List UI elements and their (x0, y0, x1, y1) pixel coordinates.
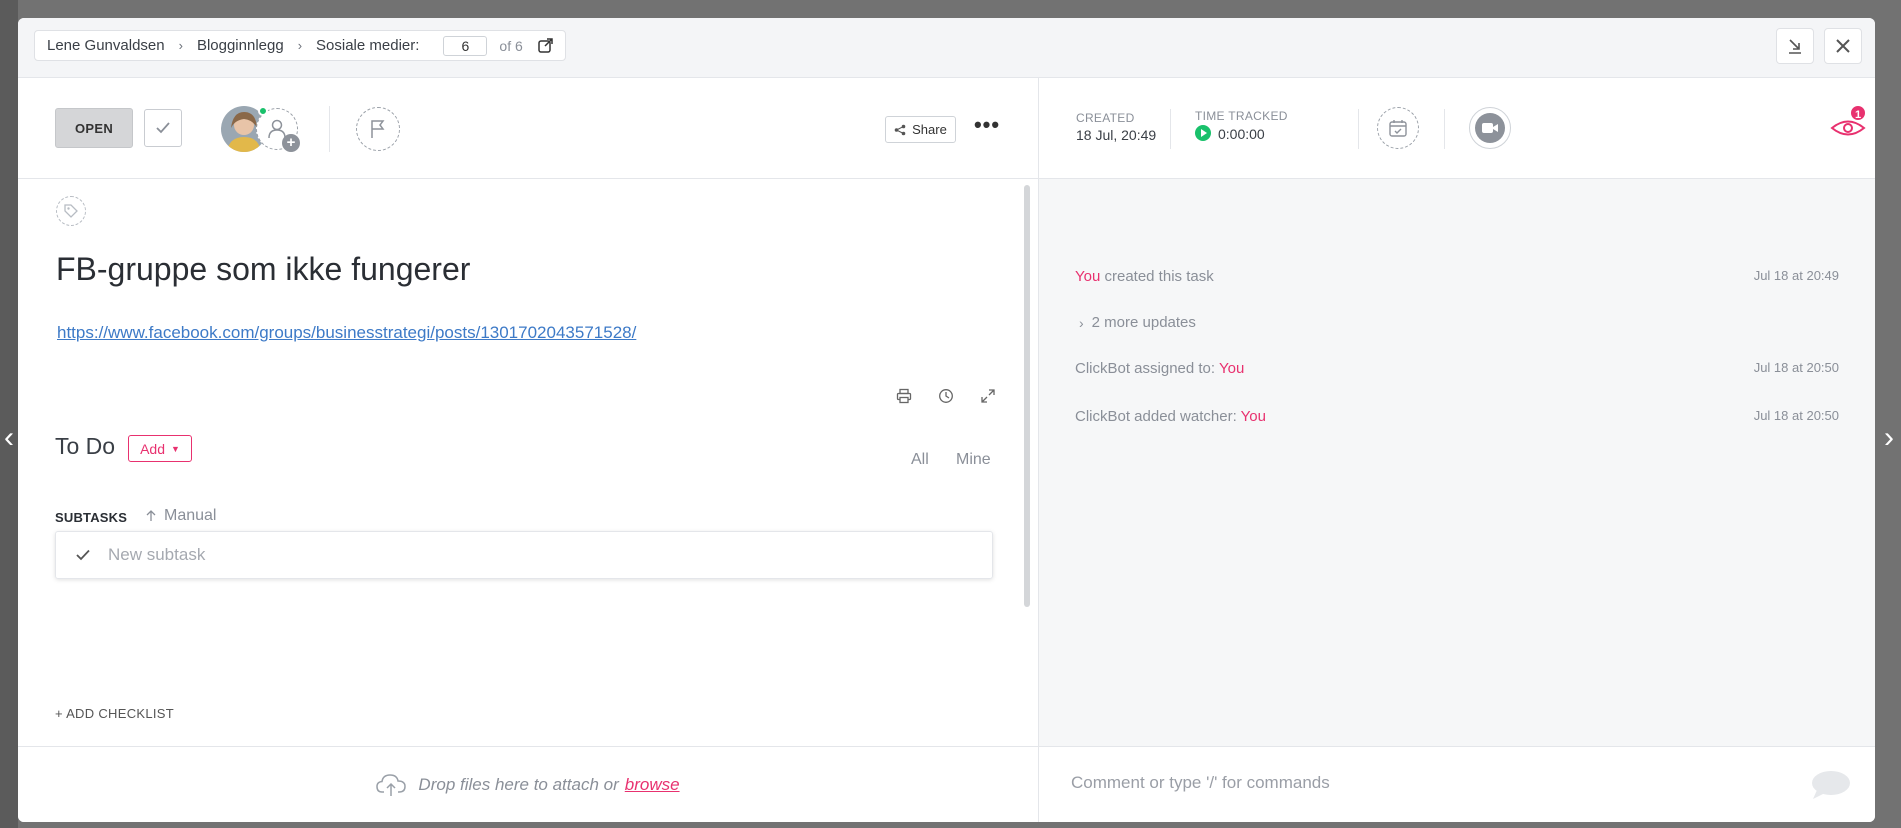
new-subtask-input[interactable] (108, 545, 908, 565)
status-button[interactable]: OPEN (55, 108, 133, 148)
close-button[interactable] (1824, 28, 1862, 64)
activity-text: created this task (1100, 268, 1214, 285)
divider (1170, 109, 1171, 149)
jump-to-icon[interactable] (537, 37, 553, 54)
scrollbar[interactable] (1024, 185, 1030, 607)
created-label: CREATED (1076, 111, 1135, 125)
activity-target[interactable]: You (1219, 360, 1244, 377)
activity-time: Jul 18 at 20:49 (1753, 268, 1839, 283)
play-icon[interactable] (1195, 125, 1211, 141)
flag-icon (371, 120, 385, 138)
chevron-right-icon: › (1079, 314, 1084, 331)
tag-icon (64, 204, 78, 218)
background-sidebar (0, 0, 18, 828)
activity-time: Jul 18 at 20:50 (1753, 408, 1839, 423)
sort-label: Manual (164, 507, 217, 524)
previous-task-arrow-icon[interactable]: ‹ (0, 420, 18, 456)
activity-text: ClickBot added watcher: (1075, 408, 1241, 425)
sort-button[interactable]: Manual (146, 507, 216, 525)
add-label: Add (140, 440, 165, 457)
mark-complete-button[interactable] (144, 109, 182, 147)
time-tracked-value[interactable]: 0:00:00 (1218, 126, 1265, 142)
activity-time: Jul 18 at 20:50 (1753, 360, 1839, 375)
expand-icon[interactable] (978, 386, 998, 406)
breadcrumb-item[interactable]: Blogginnlegg (197, 37, 284, 54)
activity-text: ClickBot assigned to: (1075, 360, 1219, 377)
divider (1358, 109, 1359, 149)
divider (1444, 109, 1445, 149)
drop-text: Drop files here to attach or (418, 774, 619, 794)
task-index-input[interactable] (443, 35, 488, 56)
new-subtask-row (55, 531, 993, 579)
close-icon (1836, 39, 1850, 53)
task-index-total: of 6 (499, 37, 523, 54)
upload-cloud-icon (376, 773, 407, 796)
online-status-dot (258, 106, 268, 116)
breadcrumb-item[interactable]: Lene Gunvaldsen (47, 37, 165, 54)
comment-bar (1039, 746, 1875, 822)
activity-item: ClickBot assigned to: You Jul 18 at 20:5… (1075, 360, 1839, 377)
task-header-row: OPEN + Share ••• (18, 78, 1039, 179)
attachment-dropzone[interactable]: Drop files here to attach or browse (18, 746, 1039, 822)
next-task-arrow-icon[interactable]: › (1880, 420, 1898, 456)
description-toolbar (894, 386, 998, 406)
print-icon[interactable] (894, 386, 914, 406)
divider (329, 106, 330, 152)
activity-item: You created this task Jul 18 at 20:49 (1075, 268, 1839, 285)
filter-mine[interactable]: Mine (956, 451, 991, 469)
filter-all[interactable]: All (911, 451, 929, 469)
share-icon (894, 124, 906, 135)
subtasks-label: SUBTASKS (55, 510, 128, 525)
chevron-right-icon: › (297, 38, 303, 53)
created-value: 18 Jul, 20:49 (1076, 127, 1157, 143)
breadcrumb: Lene Gunvaldsen › Blogginnlegg › Sosiale… (34, 30, 566, 61)
download-icon (1789, 39, 1801, 54)
checkmark-icon (76, 549, 90, 561)
send-comment-button[interactable] (1809, 769, 1851, 801)
activity-item: ClickBot added watcher: You Jul 18 at 20… (1075, 408, 1839, 425)
video-record-button[interactable] (1469, 107, 1511, 149)
more-updates-label: 2 more updates (1091, 314, 1196, 331)
due-date-button[interactable] (1377, 107, 1419, 149)
add-tag-button[interactable] (56, 196, 86, 226)
task-modal: Lene Gunvaldsen › Blogginnlegg › Sosiale… (18, 18, 1875, 822)
time-tracked-label: TIME TRACKED (1195, 109, 1288, 123)
share-button[interactable]: Share (885, 116, 956, 143)
share-label: Share (912, 122, 947, 137)
description-link[interactable]: https://www.facebook.com/groups/business… (57, 323, 636, 343)
checkmark-icon (156, 122, 170, 134)
activity-target[interactable]: You (1241, 408, 1266, 425)
calendar-icon (1389, 120, 1407, 137)
add-checklist-button[interactable]: + ADD CHECKLIST (55, 706, 174, 721)
caret-down-icon: ▼ (171, 443, 180, 454)
modal-topbar: Lene Gunvaldsen › Blogginnlegg › Sosiale… (18, 18, 1875, 78)
history-icon[interactable] (936, 386, 956, 406)
add-button[interactable]: Add ▼ (128, 435, 192, 462)
task-details-panel: OPEN + Share ••• FB-gruppe som ikke fung… (18, 78, 1039, 746)
task-meta-row: CREATED 18 Jul, 20:49 TIME TRACKED 0:00:… (1039, 78, 1875, 179)
activity-panel: CREATED 18 Jul, 20:49 TIME TRACKED 0:00:… (1039, 78, 1875, 746)
video-camera-icon (1482, 123, 1498, 133)
priority-button[interactable] (356, 107, 400, 151)
breadcrumb-item[interactable]: Sosiale medier: (316, 37, 419, 54)
activity-actor[interactable]: You (1075, 268, 1100, 285)
comment-input[interactable] (1071, 773, 1771, 793)
more-updates-toggle[interactable]: › 2 more updates (1079, 314, 1196, 331)
task-title[interactable]: FB-gruppe som ikke fungerer (56, 251, 470, 288)
more-options-icon[interactable]: ••• (971, 114, 1003, 140)
browse-link[interactable]: browse (625, 775, 680, 795)
minimize-button[interactable] (1776, 28, 1814, 64)
speech-bubble-icon (1812, 771, 1850, 799)
plus-icon: + (282, 134, 300, 152)
section-title: To Do (55, 433, 116, 459)
arrow-up-icon (146, 510, 156, 521)
chevron-right-icon: › (178, 38, 183, 53)
task-content: FB-gruppe som ikke fungerer https://www.… (18, 179, 1039, 746)
watchers-count-badge: 1 (1849, 104, 1867, 122)
